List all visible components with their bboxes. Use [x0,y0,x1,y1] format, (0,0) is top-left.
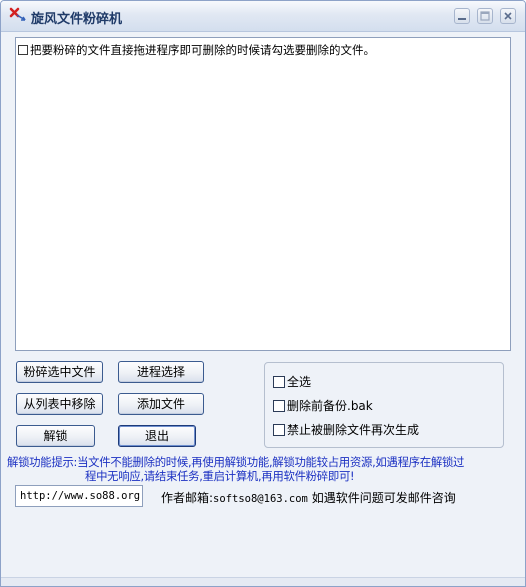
maximize-button[interactable] [477,8,493,24]
status-bar [1,577,525,586]
title-bar[interactable]: 旋风文件粉碎机 [1,1,525,32]
select-all-option[interactable]: 全选 [273,373,311,390]
author-email: 作者邮箱:softso8@163.com 如遇软件问题可发邮件咨询 [161,489,456,506]
close-icon [504,12,512,20]
backup-label: 删除前备份.bak [287,399,373,413]
red-x-arrow-icon [9,7,27,23]
window-title: 旋风文件粉碎机 [31,12,123,27]
file-list[interactable]: 把要粉碎的文件直接拖进程序即可删除的时候请勾选要删除的文件。 [15,37,511,351]
maximize-icon [480,11,490,21]
remove-from-list-button[interactable]: 从列表中移除 [16,393,103,415]
close-button[interactable] [500,8,516,24]
main-window: 旋风文件粉碎机 把要粉碎的文件直接拖进程序即可删除的时候请勾选要删除的文件。 粉… [0,0,526,587]
unlock-hint-text: 解锁功能提示:当文件不能删除的时候,再使用解锁功能,解锁功能较占用资源,如遇程序… [7,455,515,483]
backup-option[interactable]: 删除前备份.bak [273,397,373,414]
shred-selected-button[interactable]: 粉碎选中文件 [16,361,103,383]
prevent-regenerate-checkbox[interactable] [273,423,285,436]
process-select-button[interactable]: 进程选择 [118,361,204,383]
backup-checkbox[interactable] [273,399,285,412]
list-item-text: 把要粉碎的文件直接拖进程序即可删除的时候请勾选要删除的文件。 [30,43,375,57]
prevent-regenerate-option[interactable]: 禁止被删除文件再次生成 [273,421,419,438]
options-group: 全选 删除前备份.bak 禁止被删除文件再次生成 [264,362,504,448]
prevent-regenerate-label: 禁止被删除文件再次生成 [287,423,420,437]
unlock-button[interactable]: 解锁 [16,425,95,447]
exit-button[interactable]: 退出 [118,425,196,447]
hint-line-1: 解锁功能提示:当文件不能删除的时候,再使用解锁功能,解锁功能较占用资源,如遇程序… [7,455,465,469]
select-all-checkbox[interactable] [273,375,285,388]
list-item-checkbox[interactable] [18,45,28,55]
minimize-icon [458,18,466,20]
list-item[interactable]: 把要粉碎的文件直接拖进程序即可删除的时候请勾选要删除的文件。 [18,42,375,58]
select-all-label: 全选 [287,375,312,389]
email-label: 作者邮箱: [161,491,214,505]
email-note: 如遇软件问题可发邮件咨询 [311,491,456,505]
hint-line-2: 程中无响应,请结束任务,重启计算机,再用软件粉碎即可! [85,469,355,483]
minimize-button[interactable] [454,8,470,24]
add-file-button[interactable]: 添加文件 [118,393,204,415]
website-url-field[interactable]: http://www.so88.org [15,485,143,507]
email-address: softso8@163.com [213,493,308,505]
